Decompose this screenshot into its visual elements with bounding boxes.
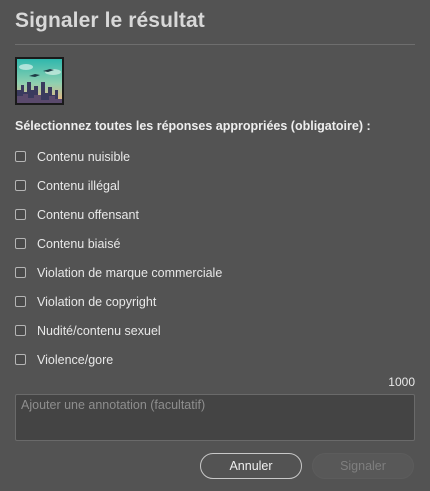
copyright-violation-checkbox[interactable] [15,296,26,307]
harmful-content-checkbox[interactable] [15,151,26,162]
option-violence-gore[interactable]: Violence/gore [15,345,415,374]
option-label: Contenu biaisé [37,236,121,251]
option-biased-content[interactable]: Contenu biaisé [15,229,415,258]
trademark-violation-checkbox[interactable] [15,267,26,278]
report-reasons-list: Contenu nuisible Contenu illégal Contenu… [15,142,415,374]
offensive-content-checkbox[interactable] [15,209,26,220]
option-offensive-content[interactable]: Contenu offensant [15,200,415,229]
biased-content-checkbox[interactable] [15,238,26,249]
option-label: Contenu illégal [37,178,120,193]
option-nudity-sexual-content[interactable]: Nudité/contenu sexuel [15,316,415,345]
violence-gore-checkbox[interactable] [15,354,26,365]
submit-report-button[interactable]: Signaler [312,453,414,479]
option-copyright-violation[interactable]: Violation de copyright [15,287,415,316]
option-label: Contenu nuisible [37,149,131,164]
option-label: Violation de marque commerciale [37,265,223,280]
character-limit: 1000 [388,375,415,389]
option-label: Nudité/contenu sexuel [37,323,161,338]
title-divider [15,44,415,45]
option-trademark-violation[interactable]: Violation de marque commerciale [15,258,415,287]
selection-prompt: Sélectionnez toutes les réponses appropr… [15,119,371,133]
annotation-field[interactable] [15,394,415,441]
option-label: Contenu offensant [37,207,139,222]
generated-image-icon [17,59,62,103]
cancel-button[interactable]: Annuler [200,453,302,479]
option-illegal-content[interactable]: Contenu illégal [15,171,415,200]
illegal-content-checkbox[interactable] [15,180,26,191]
dialog-title: Signaler le résultat [15,9,205,32]
option-label: Violence/gore [37,352,114,367]
option-label: Violation de copyright [37,294,157,309]
result-thumbnail [15,57,64,105]
option-harmful-content[interactable]: Contenu nuisible [15,142,415,171]
nudity-sexual-content-checkbox[interactable] [15,325,26,336]
report-result-dialog: Signaler le résultat Sélectionnez toutes… [0,0,430,491]
